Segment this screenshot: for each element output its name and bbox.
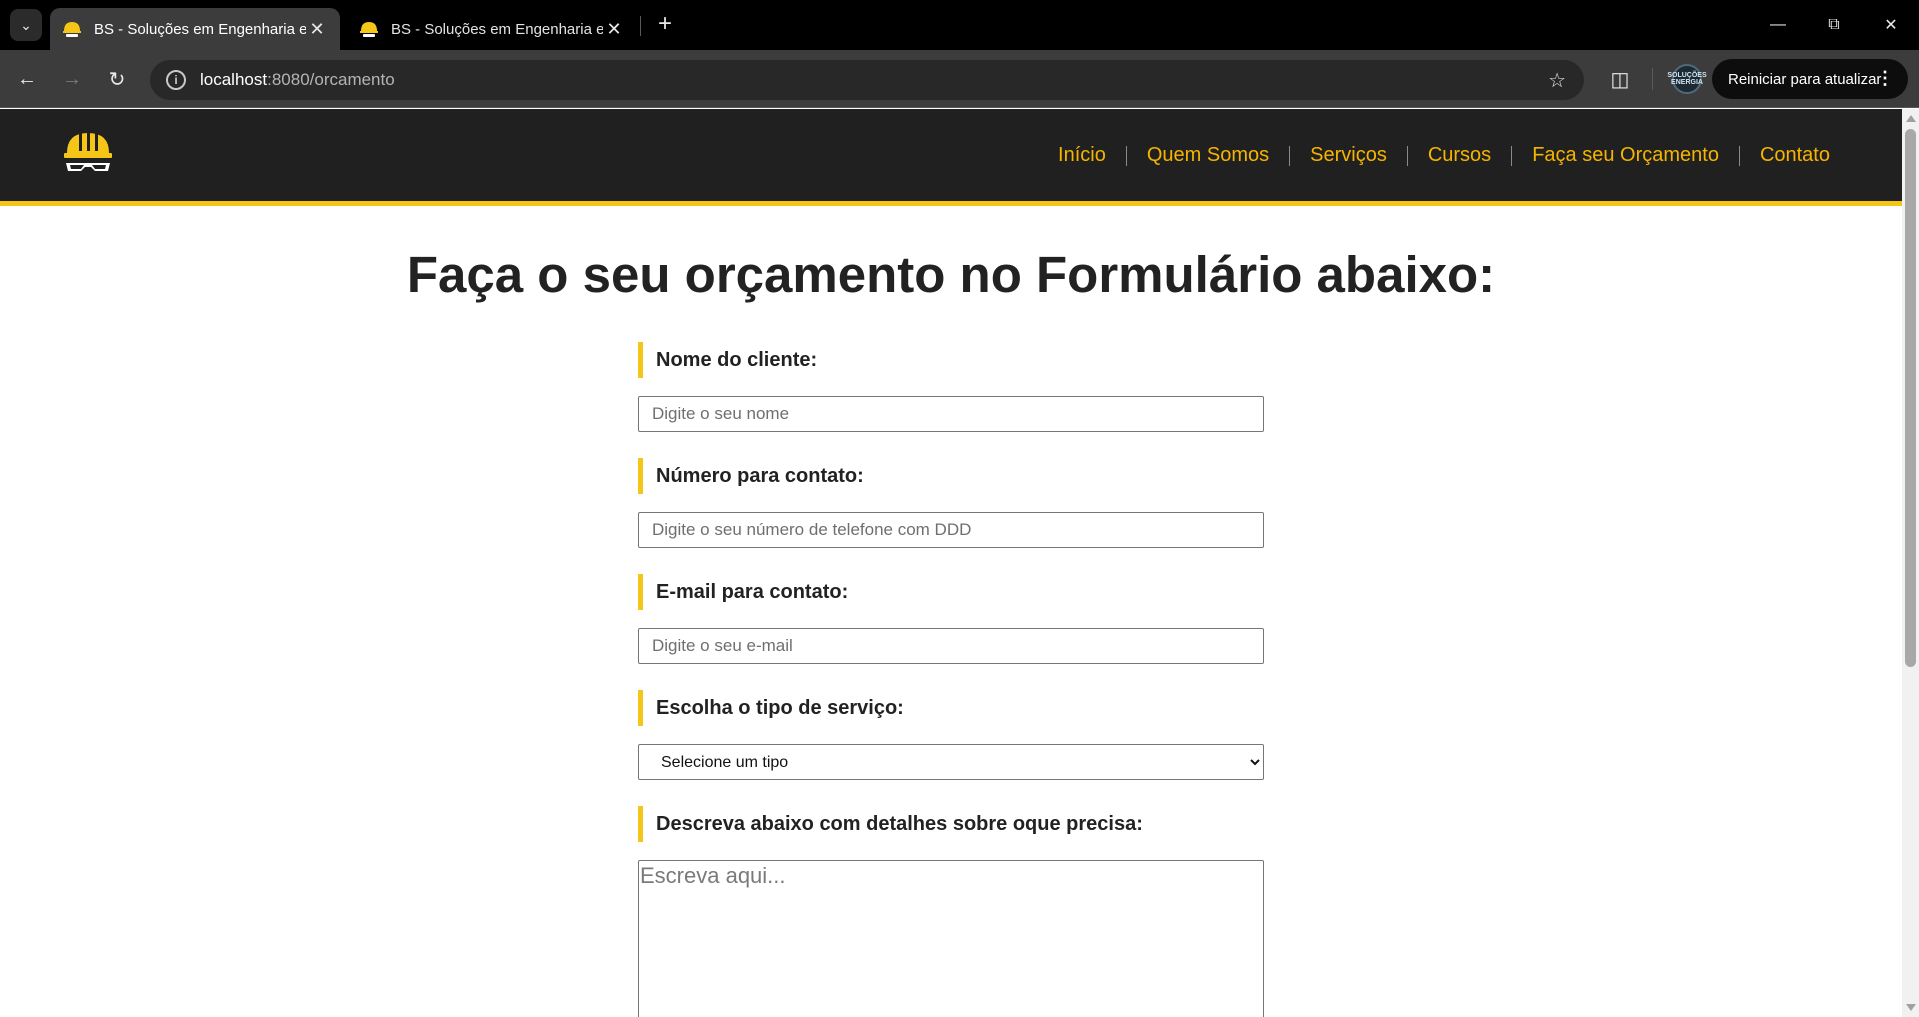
name-label-text: Nome do cliente: [656, 348, 818, 371]
more-options-icon[interactable]: ⋮ [1876, 68, 1894, 89]
star-icon[interactable]: ☆ [1548, 68, 1566, 93]
update-label: Reiniciar para atualizar [1728, 70, 1882, 88]
email-input[interactable] [638, 628, 1264, 664]
hardhat-icon [360, 22, 378, 37]
new-tab-button[interactable]: + [650, 10, 680, 40]
details-textarea[interactable] [638, 860, 1264, 1017]
chevron-down-icon: ⌄ [20, 16, 32, 33]
nav-link-cursos[interactable]: Cursos [1428, 144, 1491, 167]
hardhat-icon [63, 22, 81, 37]
nav-divider [1511, 145, 1513, 166]
update-button[interactable]: Reiniciar para atualizar ⋮ [1712, 59, 1908, 99]
reload-icon: ↻ [108, 68, 126, 91]
phone-input[interactable] [638, 512, 1264, 548]
arrow-left-icon: ← [17, 67, 37, 90]
page-viewport: Início Quem Somos Serviços Cursos Faça s… [0, 109, 1919, 1017]
close-icon: ✕ [1884, 17, 1898, 34]
url-host: localhost [200, 70, 268, 89]
reload-button[interactable]: ↻ [101, 63, 133, 95]
restore-button[interactable]: ⧉ [1806, 0, 1862, 50]
close-window-button[interactable]: ✕ [1863, 0, 1919, 50]
quote-form: Nome do cliente: Número para contato: E-… [638, 342, 1264, 1017]
tab-title: BS - Soluções em Engenharia e [391, 20, 603, 38]
nav-link-servicos[interactable]: Serviços [1310, 144, 1387, 167]
nav-link-contato[interactable]: Contato [1760, 144, 1830, 167]
back-button[interactable]: ← [11, 63, 43, 95]
browser-toolbar: ← → ↻ i localhost:8080/orcamento ☆ ◫ SOL… [0, 50, 1919, 108]
tab-strip: ⌄ BS - Soluções em Engenharia e ✕ BS - S… [0, 0, 1919, 50]
page-title: Faça o seu orçamento no Formulário abaix… [406, 246, 1496, 303]
tab-active[interactable]: BS - Soluções em Engenharia e ✕ [50, 8, 340, 50]
details-label-text: Descreva abaixo com detalhes sobre oque … [656, 812, 1143, 835]
nav-divider [1406, 145, 1408, 166]
scroll-thumb[interactable] [1905, 129, 1916, 667]
scroll-down-arrow-icon[interactable] [1906, 1004, 1916, 1011]
tab-separator [640, 16, 641, 36]
nav-link-quem-somos[interactable]: Quem Somos [1147, 144, 1269, 167]
name-label: Nome do cliente: [638, 342, 1264, 378]
phone-label-text: Número para contato: [656, 464, 864, 487]
tab-title: BS - Soluções em Engenharia e [94, 20, 306, 38]
address-bar[interactable]: i localhost:8080/orcamento ☆ [150, 60, 1584, 100]
extensions-button[interactable]: ◫ [1604, 63, 1636, 95]
site-nav: Início Quem Somos Serviços Cursos Faça s… [1058, 144, 1830, 167]
minimize-button[interactable]: — [1750, 0, 1806, 50]
service-label: Escolha o tipo de serviço: [638, 690, 1264, 726]
nav-link-inicio[interactable]: Início [1058, 144, 1106, 167]
puzzle-icon: ◫ [1610, 68, 1630, 91]
nav-divider [1738, 145, 1740, 166]
tab-inactive[interactable]: BS - Soluções em Engenharia e ✕ [347, 8, 637, 50]
minimize-icon: — [1770, 16, 1786, 33]
url-path: :8080/orcamento [267, 70, 395, 89]
info-icon[interactable]: i [166, 70, 186, 90]
details-label: Descreva abaixo com detalhes sobre oque … [638, 806, 1264, 842]
restore-icon: ⧉ [1828, 16, 1840, 33]
nav-divider [1125, 145, 1127, 166]
scroll-up-arrow-icon[interactable] [1906, 115, 1916, 122]
tab-search-button[interactable]: ⌄ [10, 9, 42, 41]
site-header: Início Quem Somos Serviços Cursos Faça s… [0, 109, 1902, 206]
close-icon[interactable]: ✕ [603, 19, 625, 40]
profile-text: SOLUÇÕES ENERGIA [1667, 72, 1707, 86]
email-label-text: E-mail para contato: [656, 580, 849, 603]
name-input[interactable] [638, 396, 1264, 432]
close-icon[interactable]: ✕ [306, 19, 328, 40]
profile-avatar[interactable]: SOLUÇÕES ENERGIA [1667, 64, 1707, 94]
service-select[interactable]: Selecione um tipo [638, 744, 1264, 780]
nav-link-orcamento[interactable]: Faça seu Orçamento [1532, 144, 1719, 167]
nav-divider [1289, 145, 1291, 166]
hardhat-logo-icon[interactable] [62, 127, 114, 179]
plus-icon: + [657, 10, 672, 37]
service-label-text: Escolha o tipo de serviço: [656, 696, 904, 719]
toolbar-separator [1652, 68, 1653, 90]
page-scrollbar[interactable] [1902, 109, 1919, 1017]
email-label: E-mail para contato: [638, 574, 1264, 610]
phone-label: Número para contato: [638, 458, 1264, 494]
forward-button[interactable]: → [56, 63, 88, 95]
arrow-right-icon: → [62, 67, 82, 90]
